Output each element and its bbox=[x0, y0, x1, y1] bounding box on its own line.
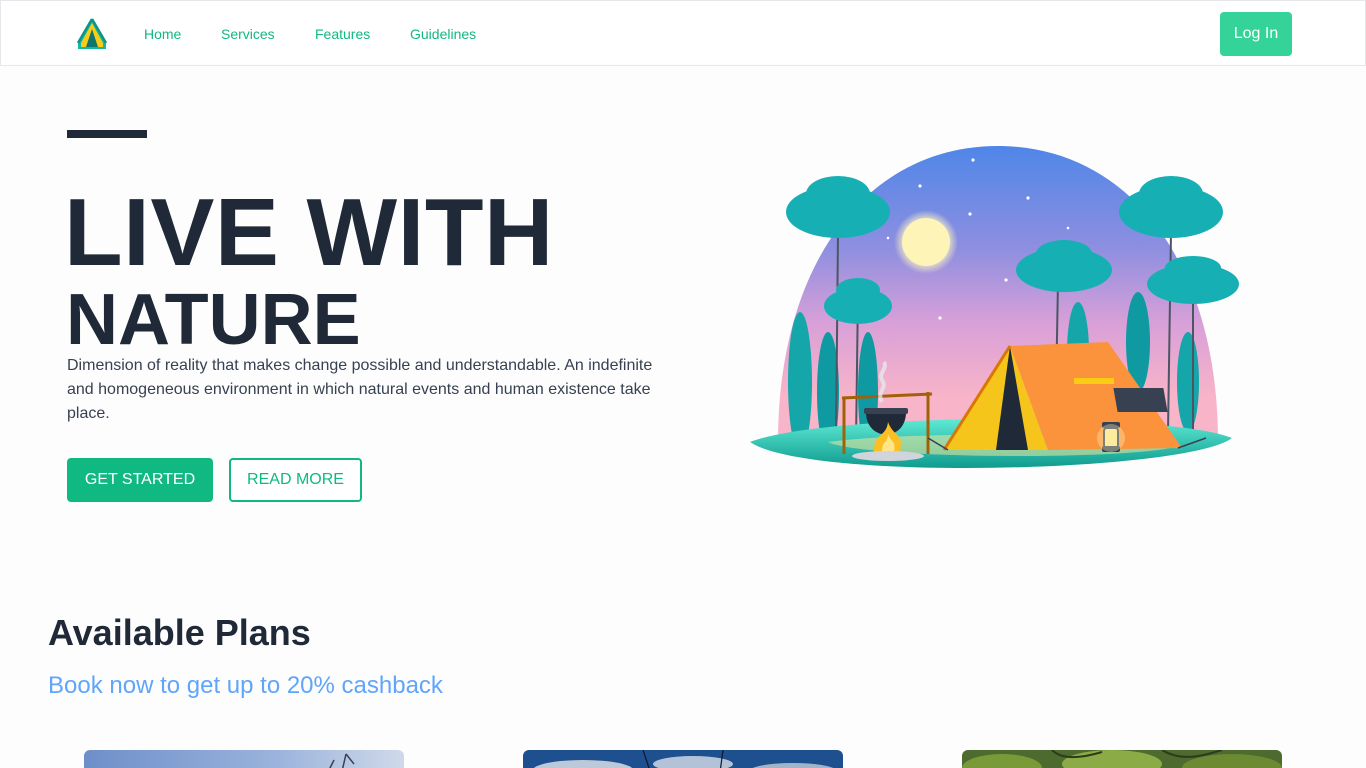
mountain-landscape-image bbox=[84, 750, 404, 768]
plan-card-mountain[interactable] bbox=[84, 750, 404, 768]
login-button[interactable]: Log In bbox=[1220, 12, 1292, 56]
tent-logo-icon[interactable] bbox=[76, 17, 108, 51]
hero-title-line-2: NATURE bbox=[66, 280, 361, 360]
nav-link-services[interactable]: Services bbox=[221, 26, 275, 42]
camping-illustration bbox=[750, 146, 1239, 468]
plan-card-sky[interactable] bbox=[523, 750, 843, 768]
nav-link-home[interactable]: Home bbox=[144, 26, 181, 42]
read-more-button[interactable]: READ MORE bbox=[229, 458, 362, 502]
top-navbar: Home Services Features Guidelines Log In bbox=[0, 0, 1366, 66]
plan-card-forest[interactable] bbox=[962, 750, 1282, 768]
available-plans-heading: Available Plans bbox=[48, 612, 311, 653]
forest-trees-image bbox=[962, 750, 1282, 768]
hero-accent-bar bbox=[67, 130, 147, 138]
get-started-button[interactable]: GET STARTED bbox=[67, 458, 213, 502]
hero-title-line-1: LIVE WITH bbox=[64, 179, 554, 286]
cloudy-sky-image bbox=[523, 750, 843, 768]
hero-description: Dimension of reality that makes change p… bbox=[67, 357, 653, 422]
nav-link-features[interactable]: Features bbox=[315, 26, 370, 42]
plans-subtitle: Book now to get up to 20% cashback bbox=[48, 672, 443, 699]
nav-link-guidelines[interactable]: Guidelines bbox=[410, 26, 476, 42]
